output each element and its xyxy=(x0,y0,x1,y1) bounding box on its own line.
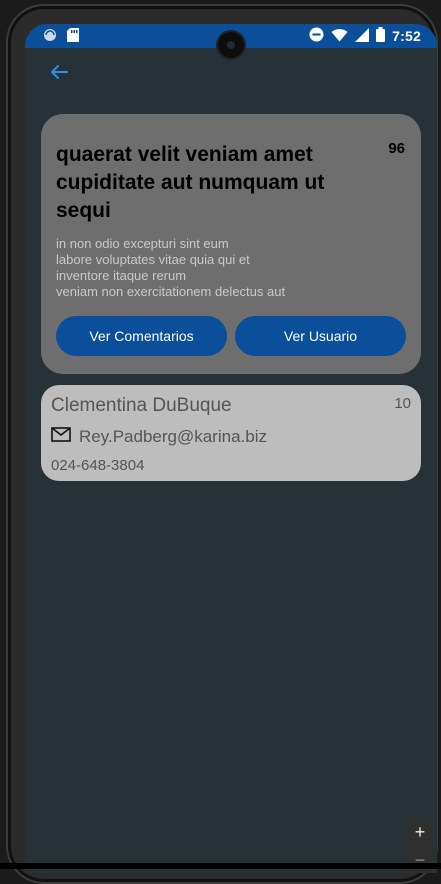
user-card: Clementina DuBuque 10 Rey.Padberg@karina… xyxy=(41,385,421,481)
zoom-in-button[interactable]: + xyxy=(407,818,433,846)
arrow-left-icon xyxy=(50,64,68,85)
view-comments-button[interactable]: Ver Comentarios xyxy=(56,316,227,356)
sync-icon xyxy=(43,28,57,45)
user-id: 10 xyxy=(394,395,411,412)
clock-time: 7:52 xyxy=(392,28,421,44)
signal-icon xyxy=(355,27,370,45)
post-id: 96 xyxy=(388,140,405,157)
battery-icon xyxy=(376,27,386,45)
bottom-edge xyxy=(0,863,441,869)
view-user-button[interactable]: Ver Usuario xyxy=(235,316,406,356)
post-body: in non odio excepturi sint eum labore vo… xyxy=(56,236,286,299)
phone-frame: 7:52 quaerat velit veniam amet cupiditat… xyxy=(6,4,438,884)
wifi-icon xyxy=(331,28,348,45)
sd-card-icon xyxy=(67,28,79,45)
user-phone: 024-648-3804 xyxy=(51,457,145,474)
user-name: Clementina DuBuque xyxy=(51,395,232,416)
mail-icon xyxy=(51,427,71,447)
app-screen: 7:52 quaerat velit veniam amet cupiditat… xyxy=(25,24,437,873)
post-title: quaerat velit veniam amet cupiditate aut… xyxy=(56,143,325,222)
post-card: quaerat velit veniam amet cupiditate aut… xyxy=(41,114,421,374)
back-button[interactable] xyxy=(47,62,71,86)
do-not-disturb-icon xyxy=(309,27,324,45)
front-camera xyxy=(218,32,244,58)
email-row: Rey.Padberg@karina.biz xyxy=(51,427,267,447)
user-email: Rey.Padberg@karina.biz xyxy=(79,427,267,446)
